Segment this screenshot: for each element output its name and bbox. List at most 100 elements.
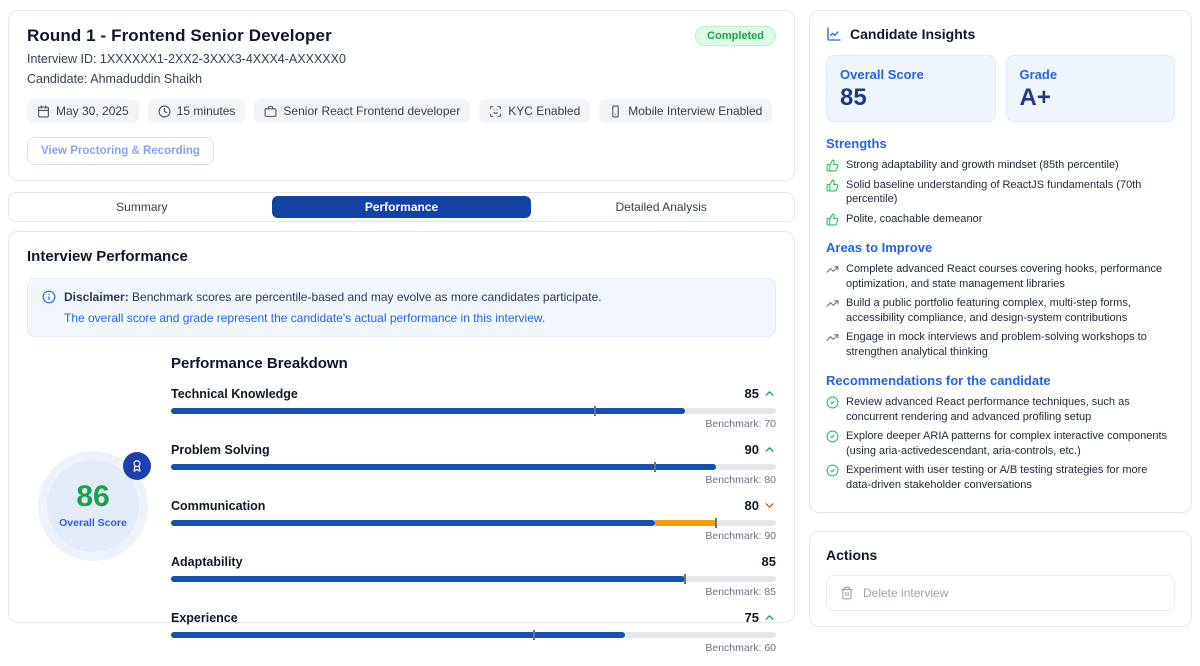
metric-bar	[171, 408, 776, 414]
briefcase-icon	[264, 105, 277, 118]
meta-badge: KYC Enabled	[479, 99, 590, 123]
recommendations-heading: Recommendations for the candidate	[826, 373, 1175, 388]
interview-performance-title: Interview Performance	[27, 248, 776, 265]
candidate-name: Candidate: Ahmaduddin Shaikh	[27, 72, 776, 86]
improvement-item: Build a public portfolio featuring compl…	[826, 296, 1175, 325]
trend-up-icon	[763, 443, 776, 456]
tab-label: Summary	[116, 200, 167, 214]
status-badge: Completed	[695, 26, 776, 46]
trend-up-icon	[763, 387, 776, 400]
actions-card: Actions Delete interview	[809, 531, 1192, 627]
strength-item: Solid baseline understanding of ReactJS …	[826, 178, 1175, 207]
overall-score-card: Overall Score 85	[826, 55, 996, 122]
check-circle-icon	[826, 464, 839, 477]
metric-score: 85	[762, 554, 776, 569]
metric-bar	[171, 464, 776, 470]
page: Round 1 - Frontend Senior Developer Comp…	[0, 0, 1200, 610]
meta-badge-label: Senior React Frontend developer	[283, 104, 460, 118]
smartphone-icon	[609, 105, 622, 118]
delete-interview-button[interactable]: Delete interview	[826, 575, 1175, 611]
benchmark-tick	[533, 630, 535, 640]
meta-badge-label: KYC Enabled	[508, 104, 580, 118]
metric-bar	[171, 632, 776, 638]
award-icon	[123, 452, 151, 480]
metric-row: Communication 80	[171, 498, 776, 542]
recommendation-item: Explore deeper ARIA patterns for complex…	[826, 429, 1175, 458]
areas-to-improve-list: Complete advanced React courses covering…	[826, 262, 1175, 359]
trend-up-icon	[763, 611, 776, 624]
metric-label: Experience	[171, 611, 238, 625]
trend-down-icon	[763, 499, 776, 512]
thumbs-up-icon	[826, 179, 839, 192]
tab-detailed-analysis[interactable]: Detailed Analysis	[531, 196, 791, 218]
right-column: Candidate Insights Overall Score 85 Grad…	[809, 10, 1192, 600]
overall-score-label: Overall Score	[59, 517, 127, 529]
check-circle-icon	[826, 430, 839, 443]
tab-label: Detailed Analysis	[615, 200, 706, 214]
metric-row: Experience 75	[171, 610, 776, 654]
view-proctoring-button[interactable]: View Proctoring & Recording	[27, 137, 214, 165]
metric-bar-fill	[171, 408, 685, 414]
improvement-text: Complete advanced React courses covering…	[846, 262, 1175, 291]
metric-label: Problem Solving	[171, 443, 270, 457]
benchmark-tick	[654, 462, 656, 472]
metric-label: Technical Knowledge	[171, 387, 298, 401]
strengths-heading: Strengths	[826, 136, 1175, 151]
metric-row: Adaptability 85	[171, 554, 776, 598]
improvement-item: Engage in mock interviews and problem-so…	[826, 330, 1175, 359]
tab-performance[interactable]: Performance	[272, 196, 532, 218]
benchmark-label: Benchmark: 60	[171, 642, 776, 654]
recommendation-item: Experiment with user testing or A/B test…	[826, 463, 1175, 492]
metrics-column: Performance Breakdown Technical Knowledg…	[159, 345, 776, 666]
improvement-item: Complete advanced React courses covering…	[826, 262, 1175, 291]
delete-interview-label: Delete interview	[863, 586, 948, 600]
benchmark-label: Benchmark: 85	[171, 586, 776, 598]
trending-up-icon	[826, 263, 839, 276]
badge-row: May 30, 2025 15 minutes Senior React Fro…	[27, 99, 776, 123]
metric-label: Adaptability	[171, 555, 243, 569]
recommendation-text: Review advanced React performance techni…	[846, 395, 1175, 424]
tab-summary[interactable]: Summary	[12, 196, 272, 218]
recommendation-text: Experiment with user testing or A/B test…	[846, 463, 1175, 492]
recommendations-list: Review advanced React performance techni…	[826, 395, 1175, 492]
chart-line-icon	[826, 26, 842, 42]
interview-performance-card: Interview Performance Disclaimer: Benchm…	[8, 231, 795, 623]
disclaimer-line2: The overall score and grade represent th…	[64, 311, 761, 325]
metric-score: 80	[745, 498, 759, 513]
metric-bar-gap-segment	[655, 520, 716, 526]
recommendation-text: Explore deeper ARIA patterns for complex…	[846, 429, 1175, 458]
benchmark-tick	[715, 518, 717, 528]
overall-score-value: 86	[76, 482, 109, 512]
metric-bar	[171, 576, 776, 582]
trash-icon	[840, 586, 854, 600]
tab-bar: Summary Performance Detailed Analysis	[8, 192, 795, 222]
disclaimer-line1: Disclaimer: Benchmark scores are percent…	[64, 290, 602, 304]
metric-score: 90	[745, 442, 759, 457]
face-scan-icon	[489, 105, 502, 118]
metric-row: Technical Knowledge 85	[171, 386, 776, 430]
benchmark-label: Benchmark: 80	[171, 474, 776, 486]
trending-up-icon	[826, 331, 839, 344]
areas-to-improve-heading: Areas to Improve	[826, 240, 1175, 255]
title-row: Round 1 - Frontend Senior Developer Comp…	[27, 26, 776, 46]
benchmark-tick	[684, 574, 686, 584]
meta-badge: Mobile Interview Enabled	[599, 99, 772, 123]
meta-badge: May 30, 2025	[27, 99, 139, 123]
metric-bar-fill	[171, 520, 655, 526]
trending-up-icon	[826, 297, 839, 310]
overall-score-column: 86 Overall Score	[27, 345, 159, 666]
meta-badge: Senior React Frontend developer	[254, 99, 470, 123]
improvement-text: Engage in mock interviews and problem-so…	[846, 330, 1175, 359]
calendar-icon	[37, 105, 50, 118]
strength-item: Polite, coachable demeanor	[826, 212, 1175, 227]
info-icon	[42, 290, 56, 304]
metric-label: Communication	[171, 499, 265, 513]
strengths-list: Strong adaptability and growth mindset (…	[826, 158, 1175, 226]
check-circle-icon	[826, 396, 839, 409]
thumbs-up-icon	[826, 159, 839, 172]
interview-id: Interview ID: 1XXXXXX1-2XX2-3XXX3-4XXX4-…	[27, 52, 776, 66]
benchmark-label: Benchmark: 90	[171, 530, 776, 542]
strength-text: Strong adaptability and growth mindset (…	[846, 158, 1119, 173]
disclaimer-box: Disclaimer: Benchmark scores are percent…	[27, 278, 776, 337]
overall-score-card-label: Overall Score	[840, 67, 982, 82]
